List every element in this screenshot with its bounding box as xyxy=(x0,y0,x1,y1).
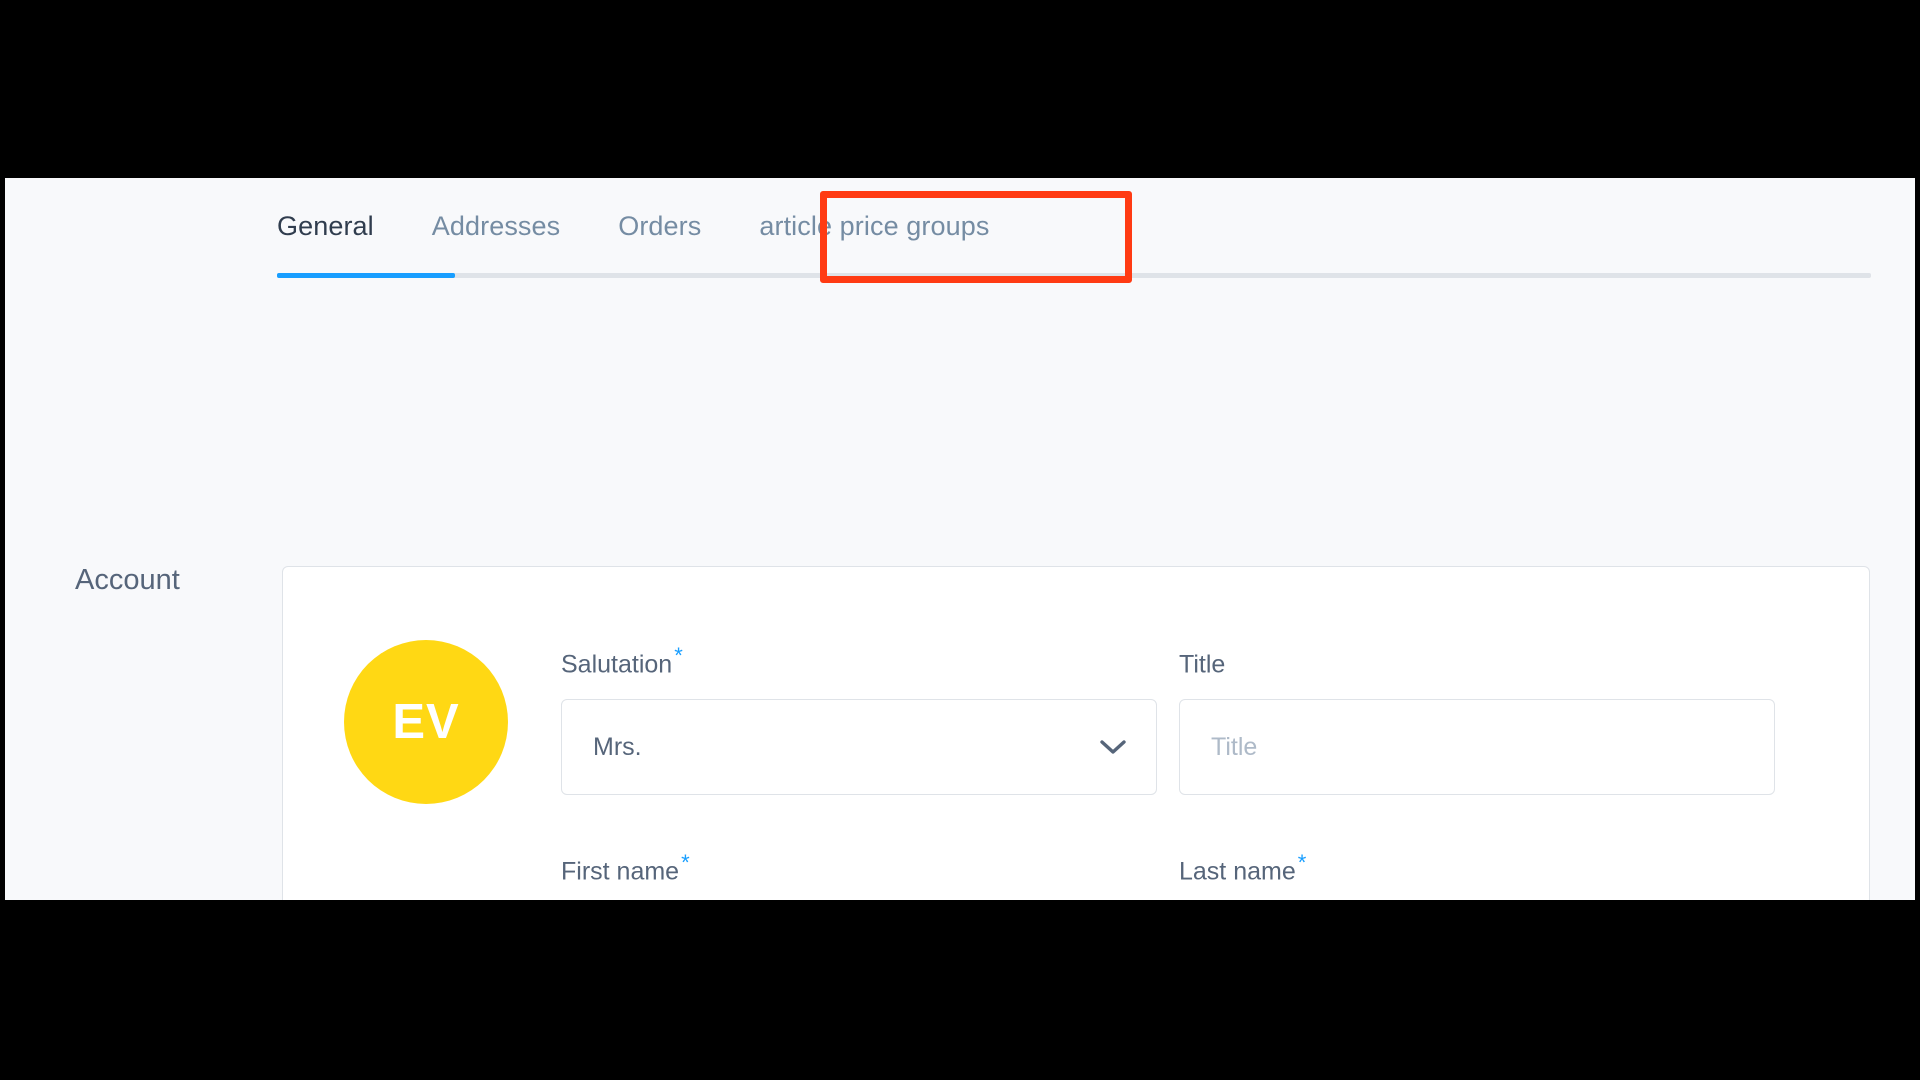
chevron-down-icon xyxy=(1100,740,1126,755)
app-window: General Addresses Orders article price g… xyxy=(5,178,1915,900)
tab-general-label: General xyxy=(277,211,374,241)
required-asterisk: * xyxy=(674,643,683,668)
tab-addresses-label: Addresses xyxy=(431,211,561,241)
tab-underline-track xyxy=(277,273,1871,278)
tab-active-indicator xyxy=(277,273,455,278)
field-title: Title Title xyxy=(1179,645,1775,796)
tab-orders[interactable]: Orders xyxy=(618,213,701,266)
form-row-1: Salutation* Mrs. Title Title xyxy=(561,643,1776,796)
avatar-initials: EV xyxy=(392,695,460,749)
screen-letterbox: General Addresses Orders article price g… xyxy=(0,0,1920,1080)
tab-addresses[interactable]: Addresses xyxy=(432,213,560,266)
tab-list: General Addresses Orders article price g… xyxy=(277,192,989,266)
tab-bar: General Addresses Orders article price g… xyxy=(5,178,1915,283)
field-last-name-label: Last name* xyxy=(1179,850,1307,886)
tab-orders-label: Orders xyxy=(618,211,702,241)
section-label-account: Account xyxy=(75,564,180,596)
field-first-name-label: First name* xyxy=(561,850,690,886)
tab-article-price-groups[interactable]: article price groups xyxy=(759,213,989,266)
required-asterisk: * xyxy=(1297,850,1307,875)
field-salutation-label: Salutation* xyxy=(561,643,683,679)
field-title-label: Title xyxy=(1179,650,1226,679)
salutation-value: Mrs. xyxy=(593,732,642,761)
tab-article-price-groups-label: article price groups xyxy=(759,211,990,241)
title-placeholder: Title xyxy=(1211,732,1258,761)
field-last-name: Last name* Vertrieb xyxy=(1179,852,1775,900)
tab-general[interactable]: General xyxy=(277,213,374,266)
field-salutation: Salutation* Mrs. xyxy=(561,643,1157,796)
avatar: EV xyxy=(344,640,508,804)
account-card: EV Salutation* Mrs. Title Title First na… xyxy=(282,566,1870,900)
form-row-2: First name* Erna Last name* Vertrieb xyxy=(561,852,1776,900)
field-first-name: First name* Erna xyxy=(561,852,1157,900)
salutation-select[interactable]: Mrs. xyxy=(561,699,1157,796)
title-input[interactable]: Title xyxy=(1179,699,1775,796)
required-asterisk: * xyxy=(681,850,690,875)
